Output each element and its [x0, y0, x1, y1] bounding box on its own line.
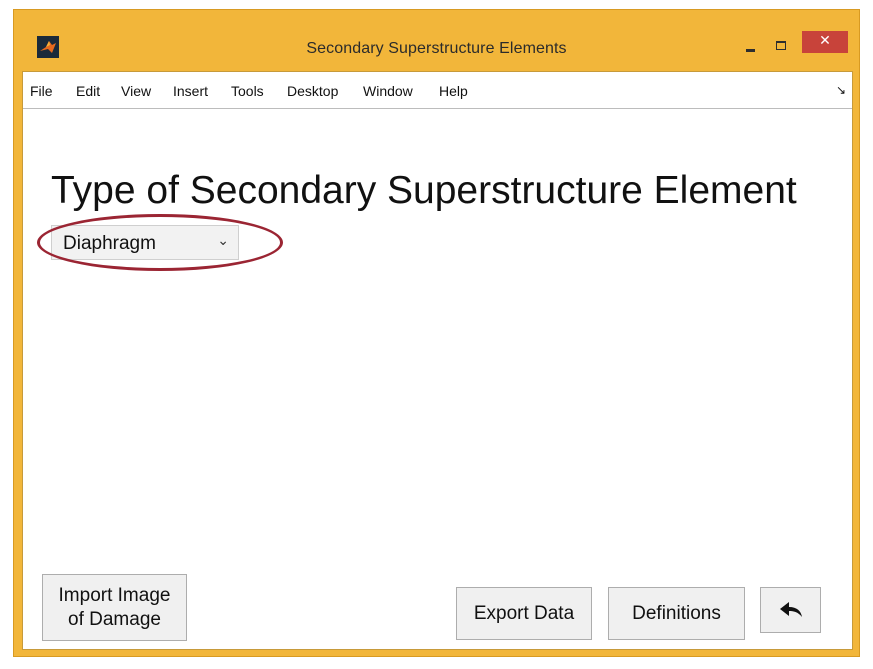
- menu-desktop[interactable]: Desktop: [287, 83, 338, 99]
- definitions-button[interactable]: Definitions: [608, 587, 745, 640]
- export-data-button[interactable]: Export Data: [456, 587, 592, 640]
- menu-view[interactable]: View: [121, 83, 151, 99]
- import-image-of-damage-button[interactable]: Import Image of Damage: [42, 574, 187, 641]
- menu-window[interactable]: Window: [363, 83, 413, 99]
- minimize-icon[interactable]: [744, 36, 758, 54]
- menu-file[interactable]: File: [30, 83, 53, 99]
- back-arrow-icon: [780, 602, 802, 617]
- toolbar-dock-arrow-icon[interactable]: ↘: [836, 83, 846, 97]
- menu-tools[interactable]: Tools: [231, 83, 264, 99]
- page-heading: Type of Secondary Superstructure Element: [51, 169, 797, 212]
- import-button-label-line1: Import Image: [58, 585, 171, 606]
- title-bar[interactable]: Secondary Superstructure Elements ✕: [13, 9, 860, 71]
- figure-client-area: File Edit View Insert Tools Desktop Wind…: [22, 71, 853, 650]
- back-button[interactable]: [760, 587, 821, 633]
- import-button-label-line2: of Damage: [68, 609, 161, 630]
- highlight-circle-annotation: [37, 214, 283, 271]
- window-title: Secondary Superstructure Elements: [306, 40, 567, 57]
- menu-edit[interactable]: Edit: [76, 83, 100, 99]
- application-window: Secondary Superstructure Elements ✕ File…: [13, 9, 860, 657]
- maximize-icon[interactable]: [773, 36, 791, 54]
- menu-help[interactable]: Help: [439, 83, 468, 99]
- close-icon[interactable]: ✕: [802, 31, 848, 53]
- menu-bar: File Edit View Insert Tools Desktop Wind…: [23, 72, 852, 109]
- menu-insert[interactable]: Insert: [173, 83, 208, 99]
